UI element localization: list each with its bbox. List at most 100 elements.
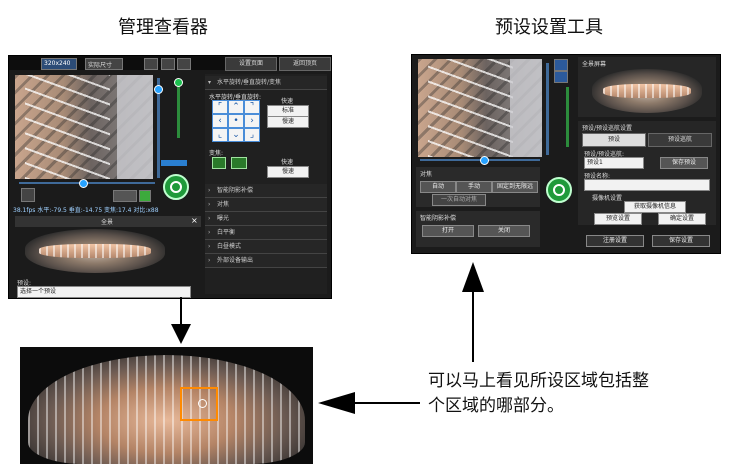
display-mode-value: 实际尺寸 (88, 62, 113, 69)
panel-row-external-output-label: 外部设备输出 (217, 257, 254, 264)
snapshot-icon[interactable] (21, 188, 35, 202)
panel-row-smart-shade[interactable]: › 智能阴影补偿 (205, 184, 327, 198)
speed-slow-button[interactable]: 慢速 (267, 116, 309, 128)
panel-row-day-night-label: 白昼模式 (217, 243, 242, 250)
preset-tilt-slider[interactable] (546, 63, 549, 155)
panel-row-smart-shade-label: 智能阴影补偿 (217, 187, 254, 194)
down-arrow-head (171, 324, 191, 344)
fullscreen-icon[interactable] (144, 58, 158, 70)
overview-title-bar: 全景 × (15, 216, 201, 227)
info-line: 38.1fps 水平:-79.5 垂直:-14.75 变焦:17.4 对比:x8… (13, 207, 159, 214)
preset-section-title: 预设/预设巡航设置 (582, 125, 633, 132)
zoom-slider[interactable] (177, 82, 180, 138)
register-settings-button[interactable]: 注册设置 (586, 235, 644, 247)
focus-manual-button[interactable]: 手动 (456, 181, 492, 193)
preset-zoom-slider[interactable] (566, 87, 569, 147)
audio-icon[interactable] (139, 190, 151, 202)
zoom-knob[interactable] (174, 78, 183, 87)
panel-row-white-balance[interactable]: › 白平衡 (205, 226, 327, 240)
panel-row-pan-tilt-zoom-label: 水平旋转/垂直旋转/变焦 (217, 79, 282, 86)
wall-image (117, 75, 153, 179)
preset-overview-title: 全景屏幕 (582, 61, 607, 68)
panel-row-external-output[interactable]: › 外部设备输出 (205, 254, 327, 268)
preset-wall-image (510, 59, 542, 157)
preset-number-select[interactable]: 预设1 (584, 157, 644, 169)
camera-icon[interactable] (554, 59, 568, 71)
preset-target-icon[interactable] (546, 177, 572, 203)
tab-preset-tour[interactable]: 预设巡航 (648, 133, 712, 147)
preset-staircase-image (428, 59, 513, 157)
arrow-down-left[interactable]: ⌞ (212, 128, 228, 142)
panel-row-pan-tilt-zoom[interactable]: ▾ 水平旋转/垂直旋转/变焦 (205, 76, 327, 90)
status-bar (161, 160, 187, 166)
preset-name-input[interactable] (584, 179, 710, 191)
annotation-line-2: 个区域的哪部分。 (428, 396, 564, 416)
record-icon[interactable] (113, 190, 137, 202)
arrow-down[interactable]: ⌄ (228, 128, 244, 142)
arrow-up-right[interactable]: ⌝ (244, 100, 260, 114)
swap-view-icon[interactable] (554, 71, 568, 83)
arrow-left[interactable]: ‹ (212, 114, 228, 128)
zoom-label: 变焦: (209, 150, 224, 157)
camera-video[interactable] (15, 75, 153, 179)
preset-pan-knob[interactable] (480, 156, 489, 165)
preset-tool-heading: 预设设置工具 (495, 17, 603, 38)
arrow-up[interactable]: ⌃ (228, 100, 244, 114)
panorama-image (28, 355, 305, 464)
arrow-up-left[interactable]: ⌜ (212, 100, 228, 114)
capture-icon[interactable] (177, 58, 191, 70)
confirm-settings-button[interactable]: 确定设置 (658, 213, 706, 225)
preset-select-value: 选择一个预设 (20, 288, 57, 295)
focus-one-shot-button[interactable]: 一次自动对焦 (432, 194, 486, 206)
arrow-down-right[interactable]: ⌟ (244, 128, 260, 142)
arrow-home[interactable]: • (228, 114, 244, 128)
overview-panorama[interactable] (25, 229, 165, 273)
preset-tool-screenshot: 对焦 自动 手动 固定到无限远 一次自动对焦 智能阴影补偿 打开 关闭 全景屏幕… (411, 54, 721, 254)
preset-camera-video[interactable] (418, 59, 542, 157)
camera-settings-label: 摄像机设置 (592, 195, 623, 202)
pan-knob[interactable] (79, 179, 88, 188)
swap-icon[interactable] (161, 58, 175, 70)
camera-control-target-icon[interactable] (163, 174, 189, 200)
preset-overview-panorama[interactable] (592, 69, 702, 113)
smart-shade-title: 智能阴影补偿 (420, 215, 457, 222)
staircase-image (25, 75, 110, 179)
preset-number-value: 预设1 (587, 159, 603, 166)
panel-row-exposure-label: 曝光 (217, 215, 230, 222)
smart-shade-off-button[interactable]: 关闭 (478, 225, 530, 237)
overview-title: 全景 (101, 219, 114, 226)
left-arrow-head (318, 392, 355, 414)
tab-preset[interactable]: 预设 (582, 133, 646, 147)
tab-settings-page[interactable]: 设置页面 (225, 57, 277, 71)
get-camera-info-button[interactable]: 获取摄像机信息 (624, 201, 686, 213)
focus-infinity-button[interactable]: 固定到无限远 (492, 181, 538, 193)
panel-row-focus[interactable]: › 对焦 (205, 198, 327, 212)
zoom-speed-slow-button[interactable]: 慢速 (267, 166, 309, 178)
panel-row-white-balance-label: 白平衡 (217, 229, 236, 236)
panel-row-day-night[interactable]: › 白昼模式 (205, 240, 327, 254)
tilt-knob[interactable] (154, 85, 163, 94)
tab-back-to-top[interactable]: 返回顶页 (279, 57, 331, 71)
register-preset-button[interactable]: 保存预设 (660, 157, 708, 169)
speed-label: 快速 (281, 98, 294, 105)
preset-select[interactable]: 选择一个预设 (17, 286, 191, 298)
annotation-line-1: 可以马上看见所设区域包括整 (428, 371, 649, 391)
admin-viewer-heading: 管理查看器 (118, 17, 208, 38)
panorama-result (20, 347, 313, 464)
zoom-out-icon[interactable] (212, 157, 226, 169)
resolution-select[interactable]: 320x240 (41, 58, 77, 70)
focus-auto-button[interactable]: 自动 (420, 181, 456, 193)
arrow-right[interactable]: › (244, 114, 260, 128)
preview-settings-button[interactable]: 预览设置 (594, 213, 642, 225)
zoom-in-icon[interactable] (231, 157, 247, 169)
resolution-value: 320x240 (44, 60, 71, 67)
close-icon[interactable]: × (191, 216, 198, 225)
admin-viewer-screenshot: 320x240 实际尺寸 设置页面 返回顶页 38.1fps 水平:-79.5 … (8, 55, 332, 299)
smart-shade-on-button[interactable]: 打开 (422, 225, 474, 237)
save-settings-button[interactable]: 保存设置 (652, 235, 710, 247)
display-mode-select[interactable]: 实际尺寸 (85, 58, 123, 70)
selected-area-center-icon (198, 399, 207, 408)
panel-row-exposure[interactable]: › 曝光 (205, 212, 327, 226)
up-arrow-head (462, 262, 484, 292)
focus-title: 对焦 (420, 171, 433, 178)
